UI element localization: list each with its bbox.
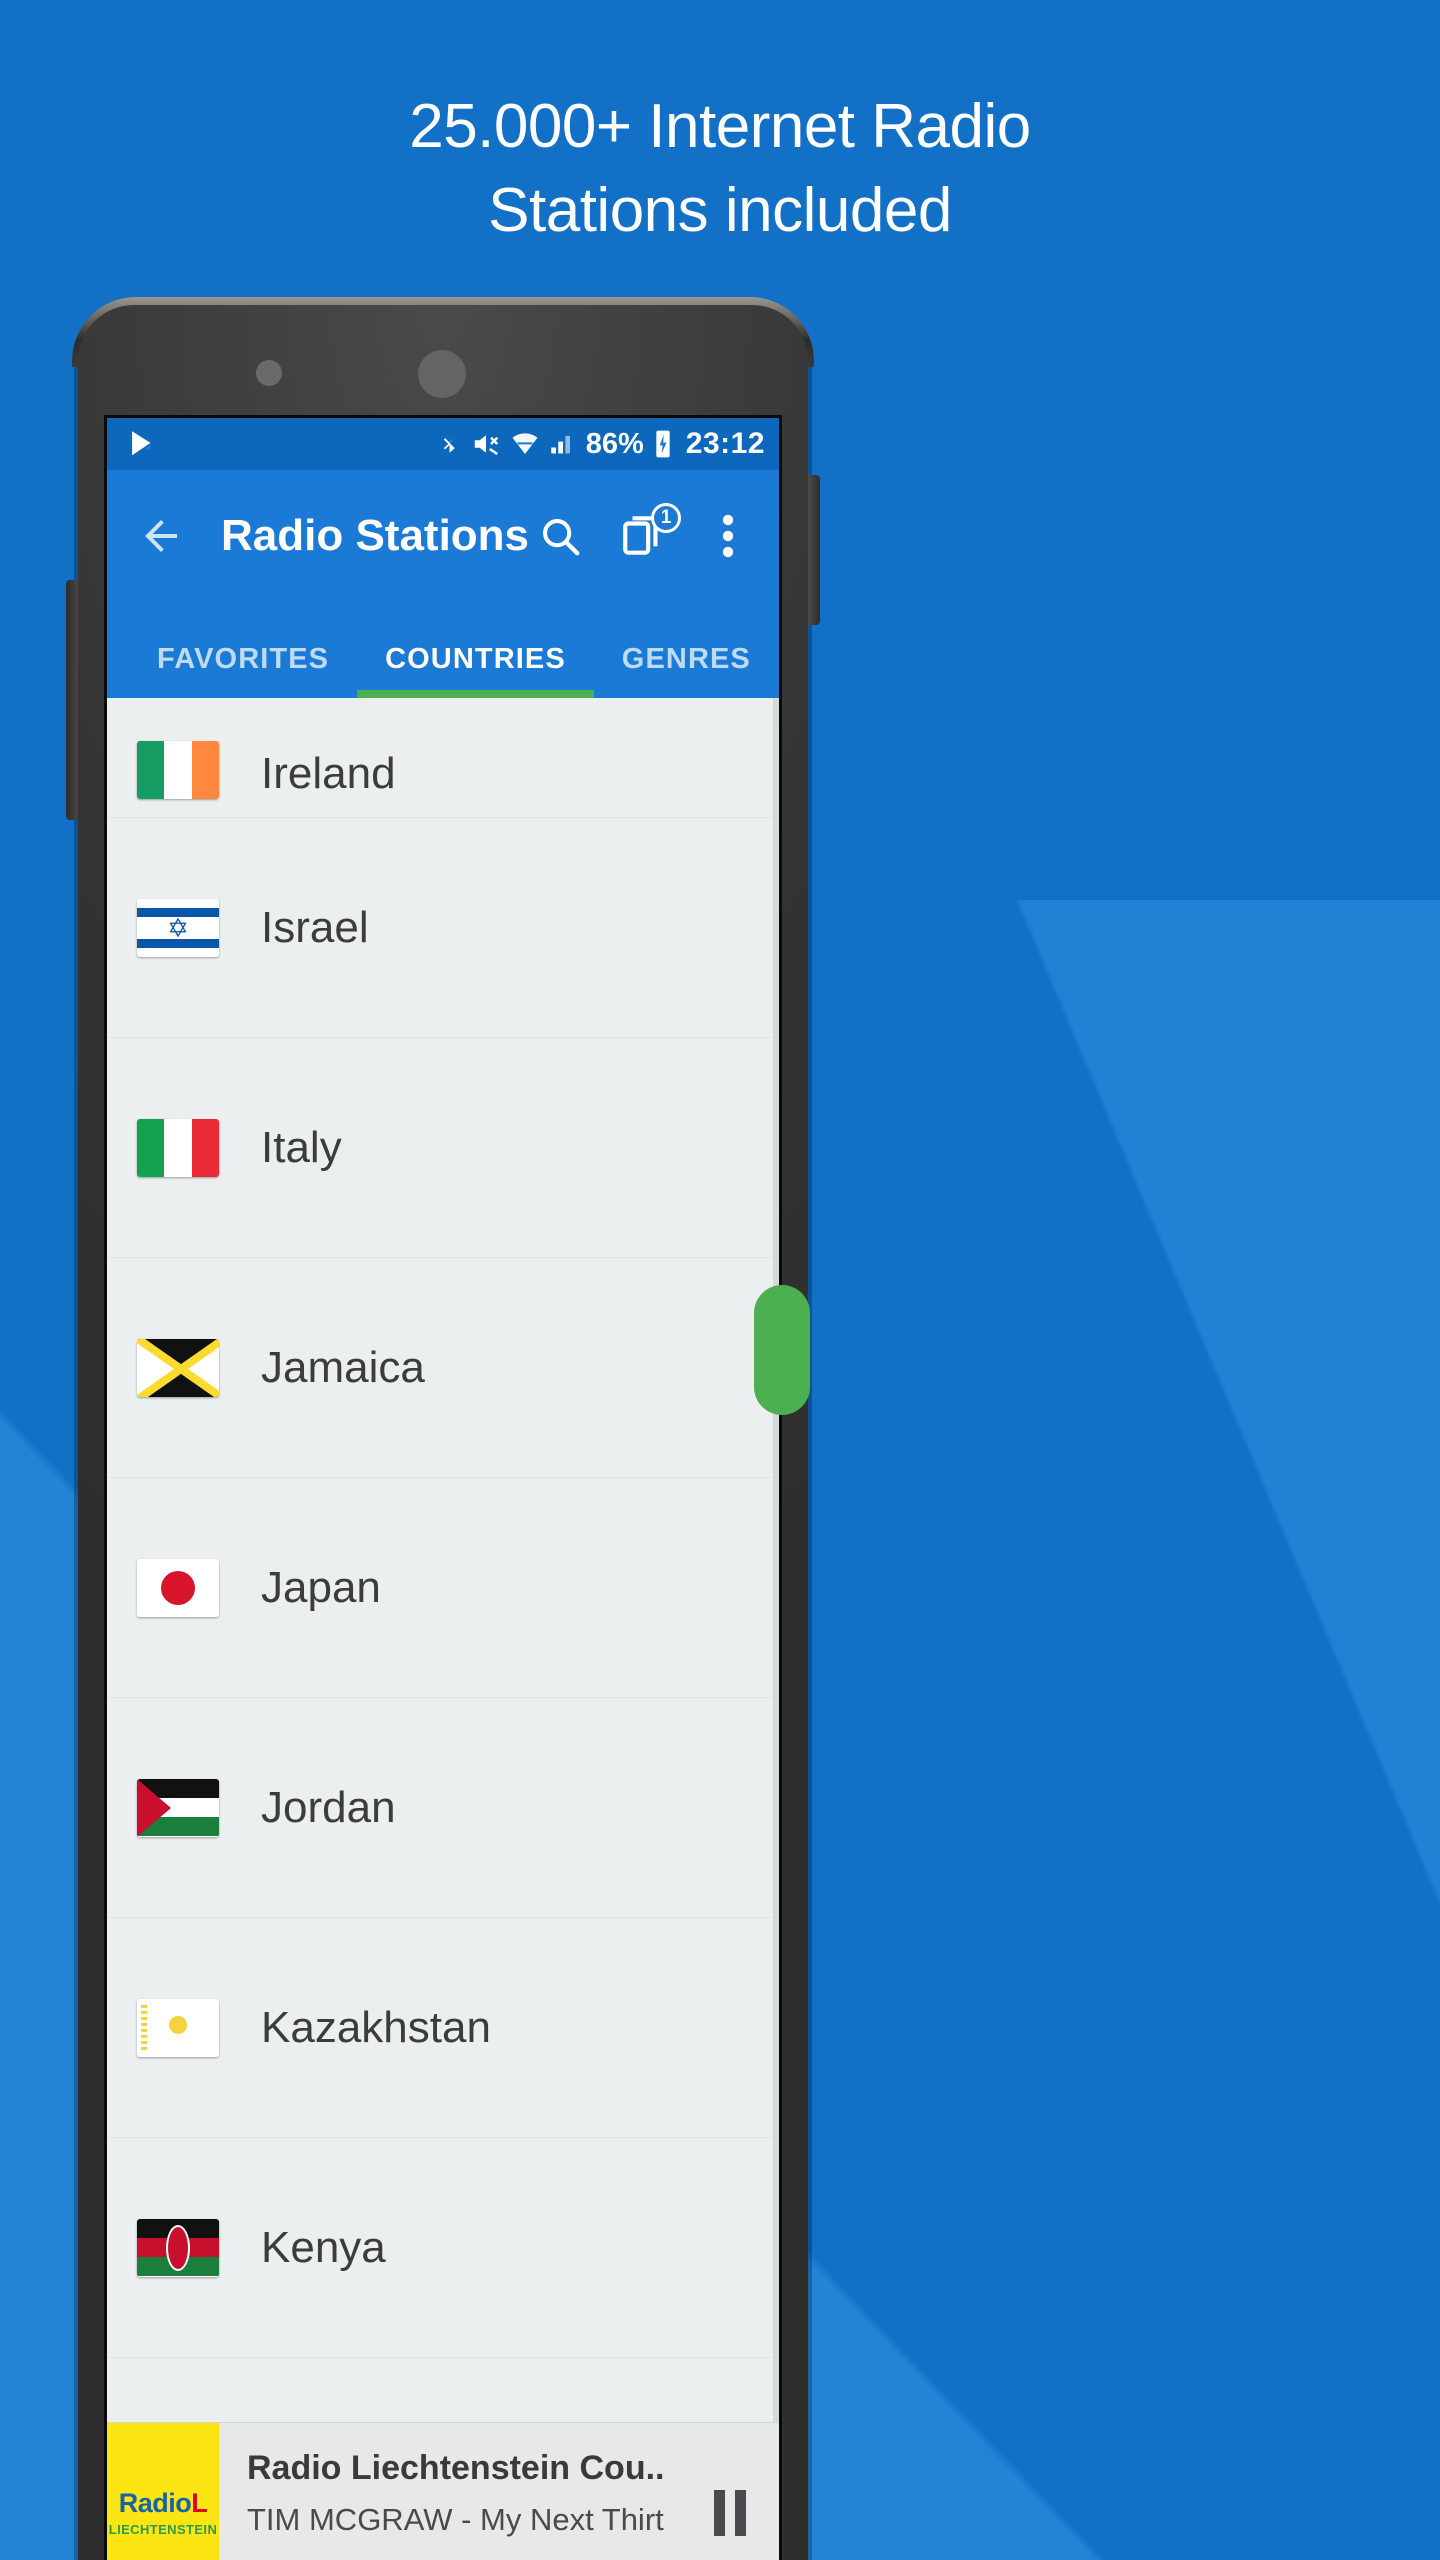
pause-bar-right — [735, 2489, 746, 2536]
list-item[interactable]: ✡ Israel — [107, 818, 779, 1038]
status-bar-clock: 23:12 — [685, 427, 765, 460]
app-bar-actions: 1 — [531, 503, 757, 565]
status-bar-right: 86% 23:12 — [437, 427, 765, 461]
country-name: Japan — [261, 1562, 381, 1612]
status-bar: 86% 23:12 — [107, 418, 779, 470]
more-vertical-icon[interactable] — [699, 507, 757, 565]
station-logo: RadioL LIECHTENSTEIN — [107, 2423, 219, 2560]
list-item[interactable]: Kenya — [107, 2138, 779, 2358]
wifi-icon — [510, 429, 540, 459]
volume-mute-icon — [471, 429, 501, 459]
pause-icon[interactable] — [675, 2423, 779, 2560]
tab-genres[interactable]: GENRES — [594, 643, 779, 698]
flag-jamaica — [137, 1338, 219, 1397]
country-name: Kazakhstan — [261, 2002, 491, 2052]
tab-favorites[interactable]: FAVORITES — [129, 643, 357, 698]
front-camera — [418, 350, 466, 398]
list-item[interactable]: Jamaica — [107, 1258, 779, 1478]
battery-charging-icon — [653, 428, 673, 460]
flag-kenya — [137, 2218, 219, 2277]
battery-percent: 86% — [585, 427, 644, 460]
list-item[interactable]: Kazakhstan — [107, 1918, 779, 2138]
floating-action-edge[interactable] — [754, 1285, 810, 1415]
flag-ireland — [137, 741, 219, 799]
flag-japan — [137, 1558, 219, 1617]
search-icon[interactable] — [531, 507, 589, 565]
app-bar: Radio Stations 1 — [107, 470, 779, 602]
track-title: TIM MCGRAW - My Next Thirt — [247, 2502, 664, 2537]
arrow-back-icon[interactable] — [133, 508, 189, 564]
power-button[interactable] — [806, 475, 820, 625]
cellular-signal-icon — [549, 430, 577, 458]
now-playing-meta: Radio Liechtenstein Cou.. TIM MCGRAW - M… — [219, 2423, 675, 2560]
headline-line-2: Stations included — [488, 176, 952, 245]
bluetooth-icon — [437, 428, 462, 460]
list-item[interactable]: Italy — [107, 1038, 779, 1258]
country-name: Jamaica — [261, 1342, 425, 1392]
country-list[interactable]: Ireland ✡ Israel Italy Jamaica Japan Jor… — [107, 698, 779, 2538]
multi-window-icon[interactable]: 1 — [615, 503, 681, 565]
phone-device-frame: 86% 23:12 Radio Stations 1 FAVORITES COU… — [66, 297, 820, 2560]
station-name: Radio Liechtenstein Cou.. — [247, 2449, 665, 2487]
headline-line-1: 25.000+ Internet Radio — [409, 92, 1031, 161]
page-title: Radio Stations — [221, 511, 530, 560]
play-icon — [125, 427, 159, 461]
tab-bar: FAVORITES COUNTRIES GENRES ALPHABETICAL — [107, 602, 779, 698]
country-name: Jordan — [261, 1782, 396, 1832]
phone-screen: 86% 23:12 Radio Stations 1 FAVORITES COU… — [104, 415, 782, 2560]
list-item[interactable]: Ireland — [107, 698, 779, 818]
country-name: Ireland — [261, 749, 396, 798]
flag-jordan — [137, 1778, 219, 1837]
country-name: Kenya — [261, 2222, 386, 2272]
country-name: Israel — [261, 902, 369, 952]
flag-italy — [137, 1118, 219, 1177]
list-item[interactable]: Japan — [107, 1478, 779, 1698]
now-playing-bar[interactable]: RadioL LIECHTENSTEIN Radio Liechtenstein… — [107, 2422, 779, 2560]
multi-window-badge: 1 — [651, 503, 681, 533]
tab-countries[interactable]: COUNTRIES — [357, 643, 594, 698]
flag-kazakhstan — [137, 1998, 219, 2057]
proximity-sensor — [256, 360, 282, 386]
station-logo-subtext: LIECHTENSTEIN — [108, 2522, 218, 2537]
flag-israel: ✡ — [137, 898, 219, 957]
background-wedge-right — [740, 900, 1440, 2560]
list-item[interactable]: Jordan — [107, 1698, 779, 1918]
country-name: Italy — [261, 1122, 342, 1172]
station-logo-text: RadioL — [118, 2488, 208, 2518]
pause-bar-left — [714, 2489, 725, 2536]
promo-headline: 25.000+ Internet Radio Stations included — [0, 96, 1440, 242]
scrollbar-track[interactable] — [773, 698, 779, 2538]
status-bar-left — [125, 427, 159, 461]
